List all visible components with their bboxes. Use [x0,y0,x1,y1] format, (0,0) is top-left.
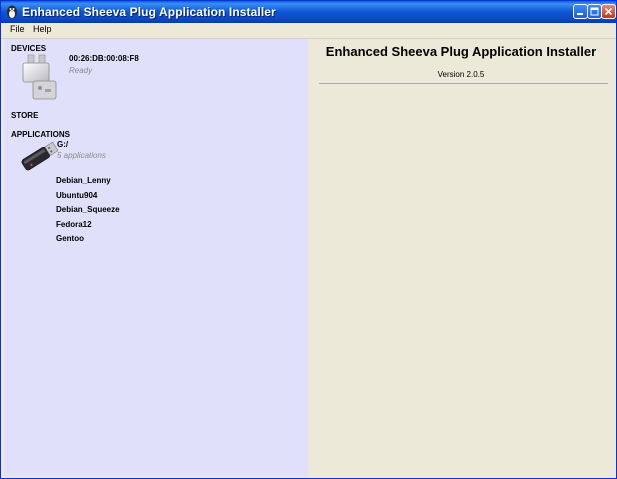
maximize-button[interactable] [587,4,602,19]
app-item-debian-squeeze[interactable]: Debian_Squeeze [56,205,120,214]
sidebar: DEVICES 00:26:DB:00:08:F8 Ready STORE AP… [4,39,308,476]
app-item-fedora12[interactable]: Fedora12 [56,220,92,229]
drive-name[interactable]: G:/ [57,140,68,149]
app-icon [5,4,19,20]
app-item-ubuntu904[interactable]: Ubuntu904 [56,191,97,200]
menu-bar: File Help [1,23,616,39]
app-window: Enhanced Sheeva Plug Application Install… [0,0,617,479]
menu-help[interactable]: Help [33,24,52,34]
drive-app-count: 5 applications [57,151,106,160]
app-item-debian-lenny[interactable]: Debian_Lenny [56,176,111,185]
store-heading[interactable]: STORE [11,111,38,120]
content-divider [319,83,608,84]
usb-drive-icon[interactable] [19,135,61,177]
content-title: Enhanced Sheeva Plug Application Install… [325,44,597,59]
version-label: Version 2.0.5 [437,70,485,79]
menu-file[interactable]: File [10,24,25,34]
main-content: Enhanced Sheeva Plug Application Install… [308,39,616,476]
window-title: Enhanced Sheeva Plug Application Install… [22,5,276,19]
plug-device-icon[interactable] [19,52,61,102]
minimize-button[interactable] [573,4,588,19]
title-bar[interactable]: Enhanced Sheeva Plug Application Install… [1,1,616,23]
app-item-gentoo[interactable]: Gentoo [56,234,84,243]
close-button[interactable] [601,4,616,19]
device-status: Ready [69,66,93,75]
device-name[interactable]: 00:26:DB:00:08:F8 [69,54,139,63]
